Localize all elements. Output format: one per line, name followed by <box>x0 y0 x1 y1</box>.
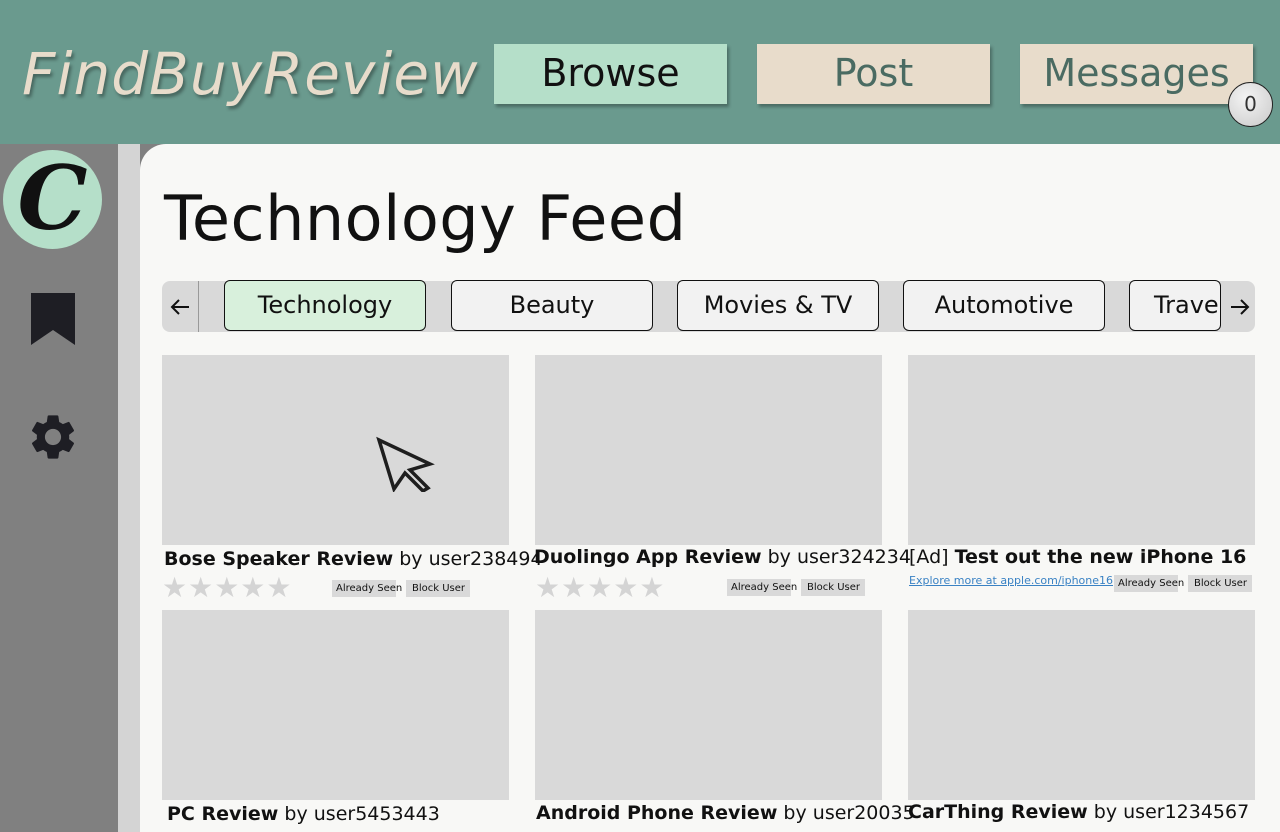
sidebar-divider <box>118 144 140 832</box>
star-rating[interactable]: ★★★★★ <box>535 574 666 602</box>
card-image[interactable] <box>162 355 509 545</box>
nav-messages-button[interactable]: Messages <box>1020 44 1253 104</box>
card-title[interactable]: CarThing Review by user1234567 <box>908 801 1249 823</box>
already-seen-button[interactable]: Already Seen <box>727 579 797 596</box>
bookmark-icon[interactable] <box>26 292 80 346</box>
card-title[interactable]: PC Review by user5453443 <box>167 803 440 825</box>
nav-browse-button[interactable]: Browse <box>494 44 727 104</box>
card-image[interactable] <box>908 610 1255 800</box>
nav-post-button[interactable]: Post <box>757 44 990 104</box>
tab-automotive[interactable]: Automotive <box>903 280 1105 331</box>
card-image[interactable] <box>535 610 882 800</box>
scroll-left-arrow-icon[interactable] <box>162 281 199 332</box>
block-user-button[interactable]: Block User <box>406 580 470 597</box>
page-title: Technology Feed <box>164 182 687 255</box>
ad-link[interactable]: Explore more at apple.com/iphone16 <box>909 574 1113 587</box>
card-title[interactable]: Android Phone Review by user20035 <box>536 802 915 824</box>
tab-movies-tv[interactable]: Movies & TV <box>677 280 879 331</box>
already-seen-button[interactable]: Already Seen <box>1114 575 1184 592</box>
scroll-right-arrow-icon[interactable] <box>1221 281 1258 332</box>
avatar[interactable]: C <box>3 150 102 249</box>
card-image[interactable] <box>162 610 509 800</box>
app-logo[interactable]: FindBuyReview <box>22 40 478 108</box>
card-image[interactable] <box>535 355 882 545</box>
block-user-button[interactable]: Block User <box>801 579 865 596</box>
card-title[interactable]: Duolingo App Review by user324234 <box>534 546 911 568</box>
card-title[interactable]: Bose Speaker Review by user238494 <box>164 548 543 570</box>
already-seen-button[interactable]: Already Seen <box>332 580 402 597</box>
tab-technology[interactable]: Technology <box>224 280 426 331</box>
tab-travel[interactable]: Travel <box>1129 280 1221 331</box>
gear-icon[interactable] <box>26 410 80 464</box>
star-rating[interactable]: ★★★★★ <box>162 574 293 602</box>
ad-card-title[interactable]: [Ad] Test out the new iPhone 16 <box>909 546 1246 568</box>
card-image[interactable] <box>908 355 1255 545</box>
mouse-pointer-icon <box>374 436 436 494</box>
message-count-badge: 0 <box>1228 82 1273 127</box>
block-user-button[interactable]: Block User <box>1188 575 1252 592</box>
tab-beauty[interactable]: Beauty <box>451 280 653 331</box>
